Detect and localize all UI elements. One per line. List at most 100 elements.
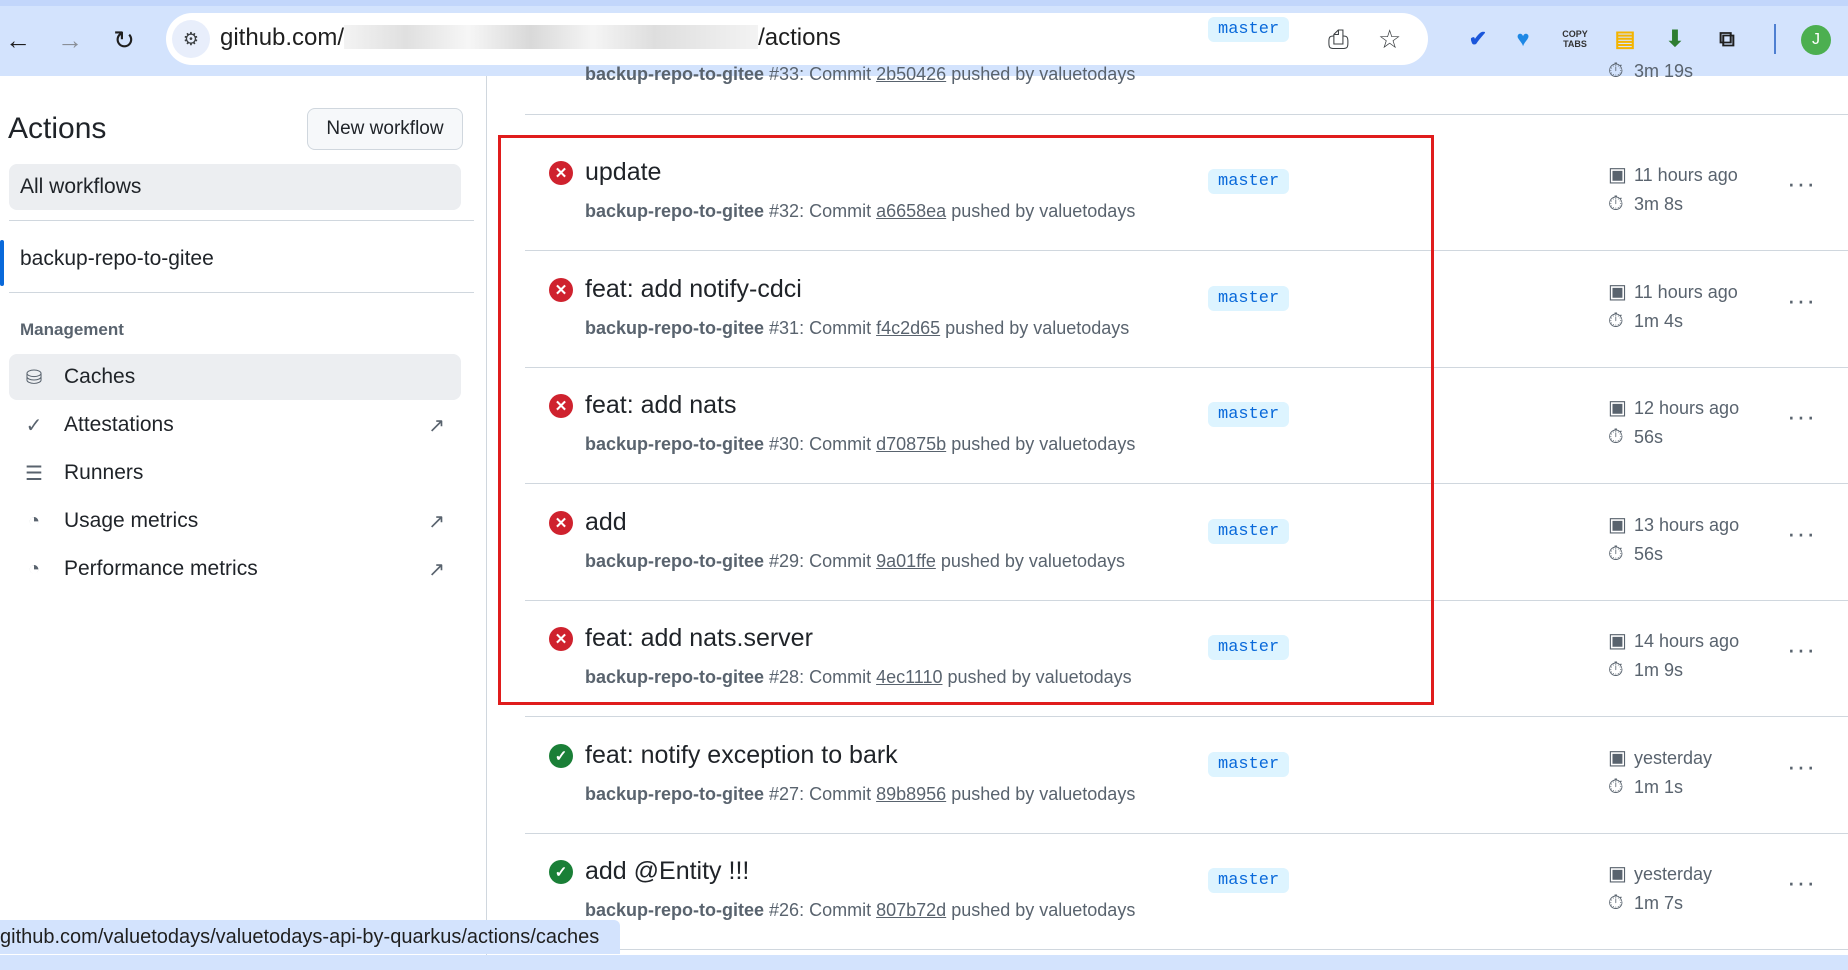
external-link-icon: ↗ (428, 510, 445, 533)
run-duration: ⏱ 1m 4s (1608, 310, 1683, 333)
run-title[interactable]: add @Entity !!! (585, 857, 749, 886)
branch-badge[interactable]: master (1208, 868, 1290, 893)
run-title[interactable]: feat: notify exception to bark (585, 741, 898, 770)
more-options-icon[interactable]: ··· (1787, 168, 1816, 199)
x-circle-icon: ✕ (549, 511, 573, 535)
branch-badge[interactable]: master (1208, 169, 1290, 194)
commit-sha-link[interactable]: f4c2d65 (876, 318, 940, 338)
more-options-icon[interactable]: ··· (1787, 401, 1816, 432)
branch-badge[interactable]: master (1208, 635, 1290, 660)
commit-sha-link[interactable]: 89b8956 (876, 784, 946, 804)
run-duration-text: 1m 1s (1634, 777, 1684, 797)
more-options-icon[interactable]: ··· (1787, 867, 1816, 898)
workflow-run-row[interactable]: backup-repo-to-gitee #33: Commit 2b50426… (525, 0, 1848, 115)
run-date: ▣ 12 hours ago (1608, 395, 1739, 420)
x-circle-icon: ✕ (549, 394, 573, 418)
new-workflow-button[interactable]: New workflow (307, 108, 463, 150)
run-actor: pushed by valuetodays (951, 201, 1136, 221)
url-prefix: github.com/ (220, 24, 345, 51)
commit-sha-link[interactable]: d70875b (876, 434, 946, 454)
workflow-run-row[interactable]: ✕ feat: add nats.server ▣ 14 hours ago ··· ba… (525, 600, 1848, 717)
workflow-run-row[interactable]: ✕ feat: add notify-cdci ▣ 11 hours ago ··· ba… (525, 251, 1848, 368)
run-actor: pushed by valuetodays (947, 667, 1132, 687)
run-title[interactable]: update (585, 158, 661, 187)
run-actor: pushed by valuetodays (951, 900, 1136, 920)
more-options-icon[interactable]: ··· (1787, 518, 1816, 549)
sidebar-item-all-workflows[interactable]: All workflows (9, 164, 461, 210)
link-status-bar: github.com/valuetodays/valuetodays-api-b… (0, 920, 620, 954)
run-duration: ⏱ 3m 8s (1608, 193, 1683, 216)
sidebar-item-runners[interactable]: ☰ Runners (9, 450, 461, 496)
branch-badge[interactable]: master (1208, 286, 1290, 311)
calendar-icon: ▣ (1608, 281, 1627, 303)
check-circle-icon: ✓ (549, 860, 573, 884)
calendar-icon: ▣ (1608, 397, 1627, 419)
active-indicator (0, 240, 4, 286)
sidebar-item-caches[interactable]: ⛁ Caches (9, 354, 461, 400)
divider (9, 220, 474, 221)
commit-sha-link[interactable]: 9a01ffe (876, 551, 936, 571)
run-actor: pushed by valuetodays (945, 318, 1130, 338)
forward-icon[interactable]: → (52, 22, 88, 58)
sidebar-item-label: Caches (64, 365, 136, 388)
run-number: #32: Commit (769, 201, 872, 221)
run-date: ▣ 11 hours ago (1608, 279, 1738, 304)
commit-sha-link[interactable]: 2b50426 (876, 64, 946, 84)
stopwatch-icon: ⏱ (1608, 193, 1624, 215)
reload-icon[interactable]: ↻ (106, 22, 142, 58)
more-options-icon[interactable]: ··· (1787, 751, 1816, 782)
more-options-icon[interactable]: ··· (1787, 285, 1816, 316)
branch-badge[interactable]: master (1208, 519, 1290, 544)
run-workflow: backup-repo-to-gitee (585, 434, 765, 454)
branch-badge[interactable]: master (1208, 752, 1290, 777)
run-duration: ⏱ 56s (1608, 543, 1663, 566)
stopwatch-icon: ⏱ (1608, 659, 1624, 681)
workflow-run-row[interactable]: ✕ add ▣ 13 hours ago ··· backup-repo-to-gitee… (525, 484, 1848, 601)
external-link-icon: ↗ (428, 414, 445, 437)
branch-badge[interactable]: master (1208, 402, 1290, 427)
workflow-run-row[interactable]: ✓ feat: notify exception to bark ▣ yesterda… (525, 717, 1848, 834)
site-settings-icon[interactable]: ⚙ (172, 20, 210, 58)
page-title: Actions (8, 112, 107, 145)
commit-sha-link[interactable]: a6658ea (876, 201, 946, 221)
run-title[interactable]: feat: add nats (585, 391, 737, 420)
sidebar-item-workflow[interactable]: backup-repo-to-gitee (9, 236, 461, 282)
run-meta: backup-repo-to-gitee #33: Commit 2b50426… (585, 64, 1135, 85)
run-duration: ⏱ 56s (1608, 426, 1663, 449)
sidebar-item-performance-metrics[interactable]: ◔ Performance metrics ↗ (9, 546, 461, 592)
sidebar-item-attestations[interactable]: ✓ Attestations ↗ (9, 402, 461, 448)
sidebar-item-label: Usage metrics (64, 509, 199, 532)
run-number: #26: Commit (769, 900, 872, 920)
sidebar-item-usage-metrics[interactable]: ◔ Usage metrics ↗ (9, 498, 461, 544)
more-options-icon[interactable]: ··· (1787, 634, 1816, 665)
run-title[interactable]: add (585, 508, 627, 537)
database-icon: ⛁ (25, 366, 43, 389)
back-icon[interactable]: ← (0, 22, 36, 58)
run-date: ▣ 14 hours ago (1608, 628, 1739, 653)
run-workflow: backup-repo-to-gitee (585, 201, 765, 221)
verified-icon: ✓ (25, 414, 43, 437)
branch-badge[interactable]: master (1208, 17, 1290, 42)
run-number: #30: Commit (769, 434, 872, 454)
workflow-run-row[interactable]: ✕ feat: add nats ▣ 12 hours ago ··· backup-re… (525, 367, 1848, 484)
sidebar-item-label: All workflows (20, 175, 142, 198)
commit-sha-link[interactable]: 4ec1110 (876, 667, 942, 687)
sidebar-item-label: backup-repo-to-gitee (20, 247, 214, 270)
workflow-run-row[interactable]: ✓ add @Entity !!! ▣ yesterday ··· backup-repo… (525, 833, 1848, 950)
sidebar-item-label: Performance metrics (64, 557, 258, 580)
run-meta: backup-repo-to-gitee #30: Commit d70875b… (585, 434, 1135, 455)
meter-icon: ◔ (27, 509, 41, 532)
workflow-run-row[interactable]: ✕ update ▣ 11 hours ago ··· backup-repo-to-gi… (525, 134, 1848, 251)
run-meta: backup-repo-to-gitee #28: Commit 4ec1110… (585, 667, 1132, 688)
run-duration-text: 1m 7s (1634, 893, 1684, 913)
bottom-strip (0, 955, 1848, 970)
run-duration-text: 56s (1634, 544, 1664, 564)
run-date-text: 12 hours ago (1634, 398, 1740, 418)
run-actor: pushed by valuetodays (951, 784, 1136, 804)
run-title[interactable]: feat: add nats.server (585, 624, 813, 653)
run-title[interactable]: feat: add notify-cdci (585, 275, 802, 304)
commit-sha-link[interactable]: 807b72d (876, 900, 946, 920)
run-date-text: 11 hours ago (1634, 165, 1738, 185)
run-workflow: backup-repo-to-gitee (585, 900, 765, 920)
run-duration-text: 1m 4s (1634, 311, 1684, 331)
